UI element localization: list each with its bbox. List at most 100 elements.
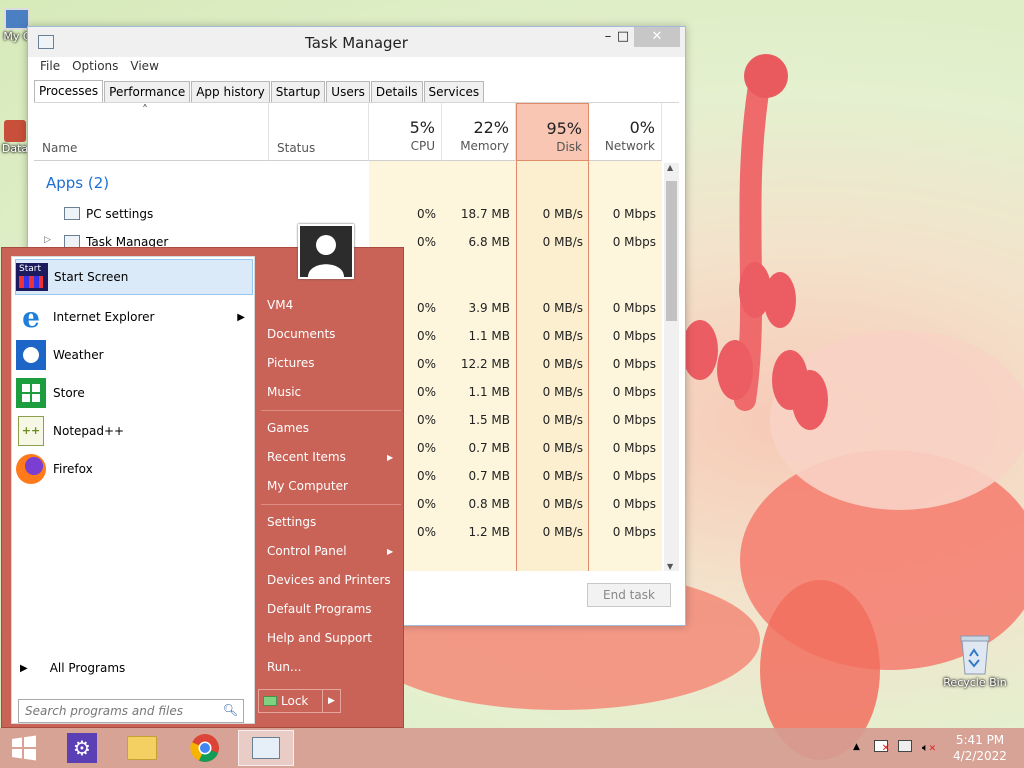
start-link-my-computer[interactable]: My Computer [267, 479, 348, 493]
volume-muted-icon[interactable]: 🔈︎✕ [922, 740, 936, 755]
internet-explorer-icon: e [22, 300, 40, 334]
menu-file[interactable]: File [34, 59, 66, 77]
file-explorer-icon [127, 736, 157, 760]
vertical-scrollbar[interactable]: ▲ ▼ [664, 163, 679, 571]
start-link-default-programs[interactable]: Default Programs [267, 602, 372, 616]
tab-strip: Processes Performance App history Startu… [34, 80, 485, 102]
scroll-down-arrow-icon[interactable]: ▼ [667, 562, 673, 571]
start-menu: Start Start Screen e Internet Explorer ▶ Weat… [1, 247, 404, 728]
start-link-recent-items[interactable]: Recent Items ▶ [267, 450, 393, 464]
network-value: 0 Mbps [612, 329, 656, 343]
column-header-status[interactable]: Status [269, 103, 369, 161]
start-link-label: VM4 [267, 298, 294, 312]
start-link-pictures[interactable]: Pictures [267, 356, 315, 370]
lock-button[interactable]: Lock ▶ [258, 689, 341, 713]
start-link-label: Run... [267, 660, 302, 674]
taskbar-task-manager[interactable] [238, 730, 294, 766]
network-value: 0 Mbps [612, 207, 656, 221]
desktop-icon-label: Recycle Bin [943, 676, 1007, 689]
network-value: 0 Mbps [612, 525, 656, 539]
taskbar-file-explorer[interactable] [114, 730, 170, 766]
disk-value: 0 MB/s [542, 413, 583, 427]
tab-app-history[interactable]: App history [191, 81, 270, 102]
start-link-documents[interactable]: Documents [267, 327, 335, 341]
tab-processes[interactable]: Processes [34, 80, 104, 102]
column-header-name[interactable]: ˄ Name [34, 103, 269, 161]
column-header-network[interactable]: 0% Network [589, 103, 662, 161]
network-value: 0 Mbps [612, 441, 656, 455]
start-link-music[interactable]: Music [267, 385, 301, 399]
pinned-start-screen[interactable]: Start Start Screen [15, 259, 253, 295]
process-name: PC settings [86, 207, 154, 221]
all-programs-label: All Programs [49, 661, 126, 675]
network-icon[interactable] [898, 740, 912, 755]
tab-users[interactable]: Users [326, 81, 370, 102]
pinned-label: Weather [53, 348, 104, 362]
chrome-icon [190, 734, 219, 762]
scrollbar-thumb[interactable] [666, 181, 677, 321]
pinned-firefox[interactable]: Firefox [15, 451, 253, 487]
triangle-right-icon: ▶ [20, 662, 28, 674]
start-button[interactable] [0, 730, 48, 766]
column-label: Network [604, 139, 655, 153]
start-link-games[interactable]: Games [267, 421, 309, 435]
group-apps[interactable]: Apps (2) [46, 174, 109, 192]
disk-percent: 95% [546, 119, 582, 138]
column-header-memory[interactable]: 22% Memory [442, 103, 516, 161]
desktop-icon-label: Data [1, 142, 29, 155]
tab-details[interactable]: Details [370, 81, 423, 102]
pinned-store[interactable]: Store [15, 375, 253, 411]
network-value: 0 Mbps [612, 301, 656, 315]
menu-options[interactable]: Options [66, 59, 124, 77]
start-link-run[interactable]: Run... [267, 660, 301, 674]
network-value: 0 Mbps [612, 235, 656, 249]
pinned-weather[interactable]: Weather [15, 337, 253, 373]
start-link-vm4[interactable]: VM4 [267, 298, 293, 312]
memory-value: 1.1 MB [468, 385, 510, 399]
column-label: Status [277, 141, 316, 155]
tab-services[interactable]: Services [423, 81, 485, 102]
taskbar: ⚙ ▲ ✕ 🔈︎✕ 5:41 PM 4/2/2022 [0, 728, 1024, 768]
task-manager-icon [252, 737, 280, 759]
submenu-arrow-icon: ▶ [387, 547, 394, 556]
table-row[interactable]: PC settings 0% 18.7 MB 0 MB/s 0 Mbps [34, 203, 662, 225]
title-bar[interactable]: Task Manager – □ ✕ [28, 27, 685, 57]
disk-value: 0 MB/s [542, 207, 583, 221]
search-input[interactable]: Search programs and files 🔍︎ [18, 699, 244, 723]
action-center-flag-icon[interactable]: ✕ [874, 740, 890, 755]
all-programs-button[interactable]: ▶ All Programs [20, 661, 125, 675]
desktop-icon-data[interactable]: Data [0, 120, 30, 155]
close-button[interactable]: ✕ [634, 27, 680, 47]
scroll-up-arrow-icon[interactable]: ▲ [667, 163, 673, 172]
menu-bar: File Options View [34, 59, 165, 77]
column-header-cpu[interactable]: 5% CPU [369, 103, 442, 161]
pinned-notepad[interactable]: ++ Notepad++ [15, 413, 253, 449]
end-task-button[interactable]: End task [587, 583, 671, 607]
start-link-devices-and-printers[interactable]: Devices and Printers [267, 573, 391, 587]
start-link-label: Settings [267, 515, 317, 529]
column-header-disk[interactable]: 95% Disk [516, 103, 589, 161]
menu-view[interactable]: View [124, 59, 164, 77]
start-link-help-and-support[interactable]: Help and Support [267, 631, 372, 645]
pinned-internet-explorer[interactable]: e Internet Explorer ▶ [15, 299, 253, 335]
lock-options-arrow[interactable]: ▶ [322, 690, 340, 712]
firefox-icon [15, 453, 47, 485]
user-avatar[interactable] [298, 224, 354, 279]
desktop-icon-recycle-bin[interactable]: Recycle Bin [940, 632, 1010, 689]
clock-date: 4/2/2022 [953, 749, 1007, 763]
start-link-settings[interactable]: Settings [267, 515, 316, 529]
expand-chevron-icon[interactable]: ▷ [44, 235, 51, 245]
tray-overflow-arrow[interactable]: ▲ [853, 742, 860, 752]
search-icon[interactable]: 🔍︎ [223, 703, 238, 717]
taskbar-chrome[interactable] [177, 730, 233, 766]
start-link-label: Games [267, 421, 309, 435]
start-link-label: Recent Items [267, 450, 346, 464]
taskbar-settings[interactable]: ⚙ [54, 730, 110, 766]
tab-startup[interactable]: Startup [270, 81, 326, 102]
weather-icon [15, 339, 47, 371]
tab-performance[interactable]: Performance [104, 81, 191, 102]
system-clock[interactable]: 5:41 PM 4/2/2022 [940, 732, 1020, 764]
column-label: CPU [410, 139, 435, 153]
start-link-label: My Computer [267, 479, 348, 493]
start-link-control-panel[interactable]: Control Panel ▶ [267, 544, 393, 558]
